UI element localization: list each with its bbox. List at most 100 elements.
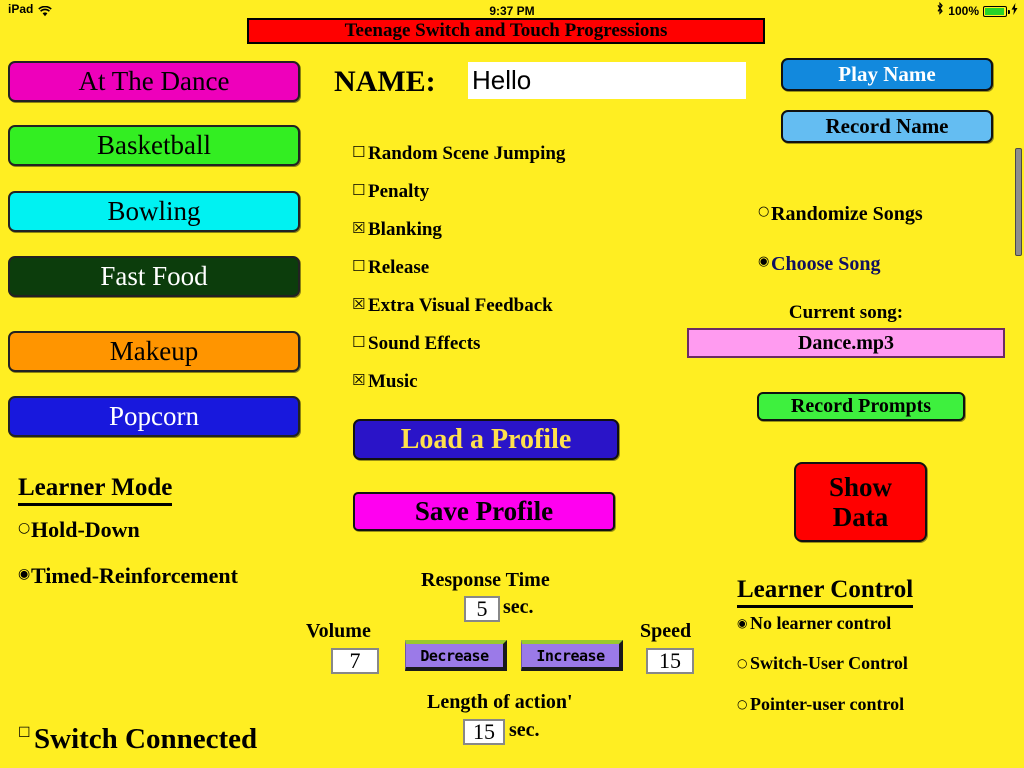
load-profile-label: Load a Profile <box>400 423 572 455</box>
checkbox-music[interactable]: ☒ Music <box>352 372 418 392</box>
status-bar: iPad 9:37 PM 100% <box>0 0 1024 20</box>
checkbox-label: Sound Effects <box>368 333 481 354</box>
radio-choose-song[interactable]: ◉ Choose Song <box>758 254 880 275</box>
decrease-label: Decrease <box>420 646 489 665</box>
current-song-value: Dance.mp3 <box>797 331 895 354</box>
radio-timed-reinforcement[interactable]: ◉ Timed-Reinforcement <box>18 564 238 588</box>
decrease-button[interactable]: Decrease <box>405 640 507 671</box>
load-profile-button[interactable]: Load a Profile <box>353 419 619 460</box>
volume-value[interactable]: 7 <box>331 648 379 674</box>
scene-button-basketball[interactable]: Basketball <box>8 125 300 166</box>
radio-off-icon: ○ <box>737 656 748 670</box>
radio-hold-down[interactable]: ○ Hold-Down <box>18 518 140 542</box>
current-song-value-box[interactable]: Dance.mp3 <box>687 328 1005 358</box>
record-prompts-button[interactable]: Record Prompts <box>757 392 965 421</box>
switch-connected-label: Switch Connected <box>34 723 258 755</box>
length-of-action-unit: sec. <box>509 719 540 741</box>
app-title-text: Teenage Switch and Touch Progressions <box>344 20 668 41</box>
checkbox-label: Music <box>368 371 418 392</box>
increase-button[interactable]: Increase <box>521 640 623 671</box>
battery-full-icon <box>983 5 1010 17</box>
volume-label: Volume <box>306 620 371 642</box>
learner-mode-heading: Learner Mode <box>18 474 173 506</box>
record-name-button[interactable]: Record Name <box>781 110 993 143</box>
app-title-banner: Teenage Switch and Touch Progressions <box>247 18 765 44</box>
checkbox-random-scene-jumping[interactable]: ☐ Random Scene Jumping <box>352 144 565 164</box>
play-name-button[interactable]: Play Name <box>781 58 993 91</box>
length-of-action-number: 15 <box>473 719 495 744</box>
radio-no-learner-control[interactable]: ◉ No learner control <box>737 614 891 633</box>
checkbox-label: Extra Visual Feedback <box>368 295 553 316</box>
checkbox-checked-icon: ☒ <box>352 295 366 313</box>
checkbox-label: Blanking <box>368 219 442 240</box>
radio-off-icon: ○ <box>758 204 770 219</box>
radio-on-icon: ◉ <box>758 254 770 269</box>
clock-label: 9:37 PM <box>489 4 535 18</box>
checkbox-extra-visual-feedback[interactable]: ☒ Extra Visual Feedback <box>352 296 553 316</box>
checkbox-penalty[interactable]: ☐ Penalty <box>352 182 429 202</box>
radio-label: Randomize Songs <box>771 203 923 225</box>
radio-label: Switch-User Control <box>750 653 908 673</box>
save-profile-label: Save Profile <box>414 496 554 526</box>
checkbox-checked-icon: ☒ <box>352 371 366 389</box>
response-time-number: 5 <box>476 596 488 621</box>
name-field-label: NAME: <box>334 65 436 98</box>
length-of-action-value[interactable]: 15 <box>463 719 505 745</box>
scene-button-bowling[interactable]: Bowling <box>8 191 300 232</box>
radio-label: Hold-Down <box>31 517 140 542</box>
checkbox-unchecked-icon: ☐ <box>18 725 31 741</box>
radio-on-icon: ◉ <box>18 566 31 582</box>
radio-label: Choose Song <box>771 253 881 275</box>
scene-button-at-the-dance[interactable]: At The Dance <box>8 61 300 102</box>
scene-button-label: Fast Food <box>100 261 208 291</box>
scene-button-label: Bowling <box>107 196 201 226</box>
radio-label: Pointer-user control <box>750 694 905 714</box>
radio-off-icon: ○ <box>737 697 748 711</box>
checkbox-blanking[interactable]: ☒ Blanking <box>352 220 442 240</box>
scene-button-label: Basketball <box>97 130 211 160</box>
record-name-label: Record Name <box>825 114 949 138</box>
checkbox-sound-effects[interactable]: ☐ Sound Effects <box>352 334 480 354</box>
response-time-label: Response Time <box>421 569 550 591</box>
scene-button-label: Popcorn <box>109 401 199 431</box>
radio-on-icon: ◉ <box>737 616 748 630</box>
response-time-value[interactable]: 5 <box>464 596 500 622</box>
learner-control-heading: Learner Control <box>737 576 914 608</box>
speed-number: 15 <box>659 648 681 673</box>
lightning-bolt-icon <box>1011 2 1018 20</box>
status-bar-right: 100% <box>936 1 1018 20</box>
scene-button-popcorn[interactable]: Popcorn <box>8 396 300 437</box>
show-data-button[interactable]: Show Data <box>794 462 927 542</box>
radio-off-icon: ○ <box>18 520 31 536</box>
scene-button-fast-food[interactable]: Fast Food <box>8 256 300 297</box>
checkbox-label: Penalty <box>368 181 430 202</box>
increase-label: Increase <box>536 646 605 665</box>
battery-percent-label: 100% <box>948 3 979 18</box>
show-data-line2: Data <box>832 502 889 532</box>
checkbox-checked-icon: ☒ <box>352 219 366 237</box>
checkbox-unchecked-icon: ☐ <box>352 257 366 275</box>
radio-label: No learner control <box>750 613 892 633</box>
vertical-scrollbar[interactable] <box>1015 148 1022 256</box>
speed-label: Speed <box>640 620 692 642</box>
checkbox-release[interactable]: ☐ Release <box>352 258 429 278</box>
name-input[interactable] <box>468 62 746 99</box>
speed-value[interactable]: 15 <box>646 648 694 674</box>
scene-button-makeup[interactable]: Makeup <box>8 331 300 372</box>
current-song-label: Current song: <box>788 302 904 323</box>
scene-button-label: Makeup <box>109 336 199 366</box>
save-profile-button[interactable]: Save Profile <box>353 492 615 531</box>
checkbox-switch-connected[interactable]: ☐ Switch Connected <box>18 722 257 756</box>
radio-pointer-user-control[interactable]: ○ Pointer-user control <box>737 695 904 714</box>
show-data-line1: Show <box>828 472 893 502</box>
checkbox-unchecked-icon: ☐ <box>352 333 366 351</box>
radio-label: Timed-Reinforcement <box>31 563 238 588</box>
bluetooth-icon <box>936 1 944 20</box>
radio-switch-user-control[interactable]: ○ Switch-User Control <box>737 654 908 673</box>
volume-number: 7 <box>349 648 361 673</box>
radio-randomize-songs[interactable]: ○ Randomize Songs <box>758 204 923 225</box>
checkbox-unchecked-icon: ☐ <box>352 143 366 161</box>
scene-button-label: At The Dance <box>78 66 230 96</box>
checkbox-label: Release <box>368 257 430 278</box>
record-prompts-label: Record Prompts <box>790 395 932 417</box>
